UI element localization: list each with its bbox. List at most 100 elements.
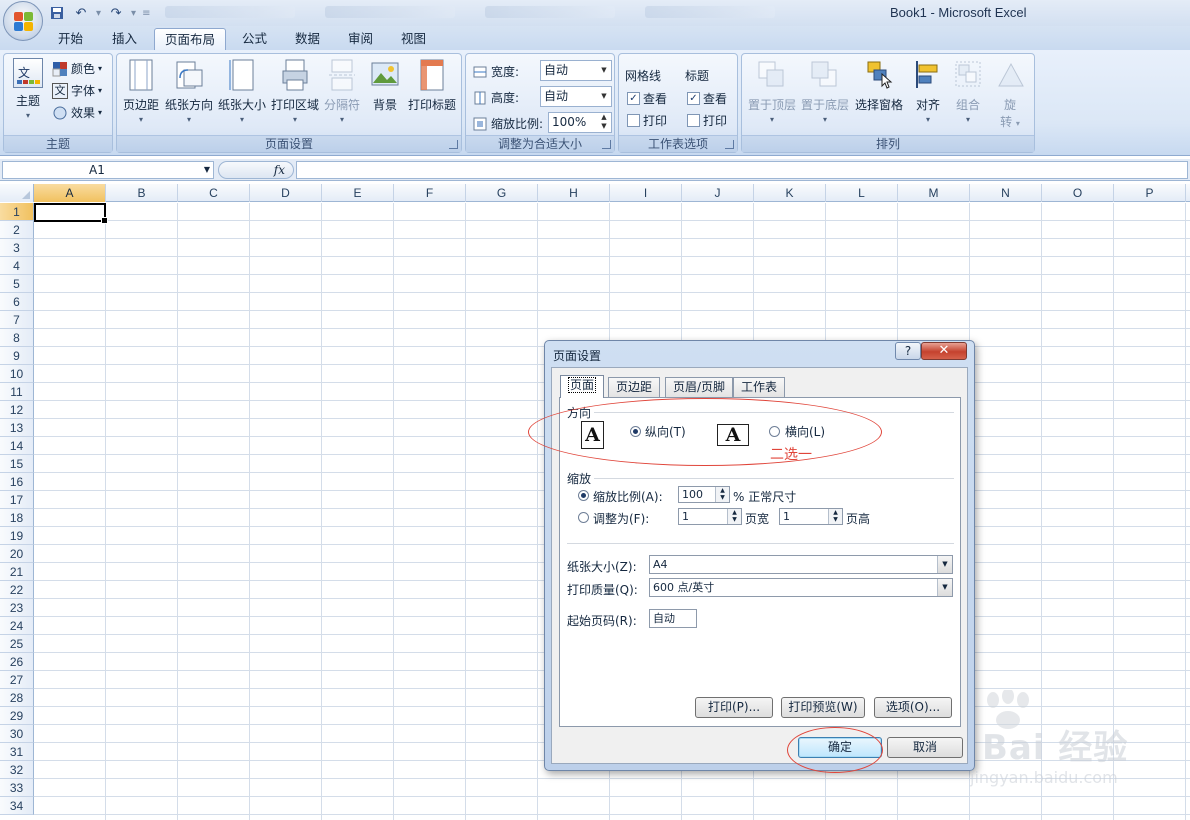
- row-header[interactable]: 25: [0, 635, 34, 653]
- print-button[interactable]: 打印(P)...: [695, 697, 773, 718]
- background-button[interactable]: 背景: [365, 58, 405, 113]
- align-button[interactable]: 对齐 ▾: [908, 58, 948, 124]
- column-header[interactable]: H: [538, 184, 610, 202]
- row-header[interactable]: 2: [0, 221, 34, 239]
- insert-function-button[interactable]: fx: [218, 161, 294, 179]
- row-header[interactable]: 22: [0, 581, 34, 599]
- selection-pane-button[interactable]: 选择窗格: [852, 58, 906, 113]
- width-select[interactable]: 自动 ▼: [540, 60, 612, 81]
- row-header[interactable]: 33: [0, 779, 34, 797]
- office-button[interactable]: [3, 1, 43, 41]
- adjust-to-label[interactable]: 缩放比例(A):: [593, 488, 663, 505]
- row-header[interactable]: 19: [0, 527, 34, 545]
- page-setup-launcher-icon[interactable]: [449, 140, 458, 149]
- column-header[interactable]: C: [178, 184, 250, 202]
- checkbox-unchecked-icon[interactable]: [627, 114, 640, 127]
- checkbox-checked-icon[interactable]: ✓: [627, 92, 640, 105]
- redo-icon[interactable]: ↷: [107, 4, 125, 22]
- gridlines-print-checkbox[interactable]: 打印: [627, 112, 667, 129]
- checkbox-unchecked-icon[interactable]: [687, 114, 700, 127]
- theme-colors-button[interactable]: 颜色 ▾: [52, 60, 102, 77]
- row-header[interactable]: 1: [0, 203, 34, 221]
- fit-to-radio[interactable]: [578, 512, 589, 523]
- close-button[interactable]: ✕: [921, 342, 967, 360]
- chevron-down-icon[interactable]: ▼: [204, 162, 210, 178]
- column-header[interactable]: O: [1042, 184, 1114, 202]
- row-header[interactable]: 10: [0, 365, 34, 383]
- row-header[interactable]: 31: [0, 743, 34, 761]
- column-header[interactable]: A: [34, 184, 106, 202]
- customize-qat-icon[interactable]: ≡: [142, 8, 150, 19]
- row-header[interactable]: 20: [0, 545, 34, 563]
- theme-effects-button[interactable]: 效果 ▾: [52, 104, 102, 121]
- row-header[interactable]: 17: [0, 491, 34, 509]
- themes-button[interactable]: 文 主题 ▾: [8, 58, 48, 120]
- scale-spinner[interactable]: 100% ▲ ▼: [548, 112, 612, 133]
- column-header[interactable]: J: [682, 184, 754, 202]
- row-header[interactable]: 15: [0, 455, 34, 473]
- cancel-button[interactable]: 取消: [887, 737, 963, 758]
- tab-page[interactable]: 页面: [560, 375, 605, 398]
- spin-arrows-icon[interactable]: ▲ ▼: [715, 487, 729, 502]
- print-area-button[interactable]: 打印区域 ▾: [269, 58, 321, 124]
- tab-formulas[interactable]: 公式: [232, 28, 277, 50]
- size-button[interactable]: 纸张大小 ▾: [216, 58, 268, 124]
- tab-insert[interactable]: 插入: [102, 28, 147, 50]
- column-header[interactable]: G: [466, 184, 538, 202]
- row-header[interactable]: 27: [0, 671, 34, 689]
- margins-button[interactable]: 页边距 ▾: [119, 58, 163, 124]
- options-button[interactable]: 选项(O)...: [874, 697, 952, 718]
- adjust-to-radio[interactable]: [578, 490, 589, 501]
- column-header[interactable]: K: [754, 184, 826, 202]
- help-button[interactable]: ?: [895, 342, 921, 360]
- save-icon[interactable]: [48, 4, 66, 22]
- row-header[interactable]: 34: [0, 797, 34, 815]
- fit-to-label[interactable]: 调整为(F):: [593, 510, 649, 527]
- height-select[interactable]: 自动 ▼: [540, 86, 612, 107]
- spin-arrows-icon[interactable]: ▲ ▼: [828, 509, 842, 524]
- print-quality-select[interactable]: 600 点/英寸 ▼: [649, 578, 953, 597]
- checkbox-checked-icon[interactable]: ✓: [687, 92, 700, 105]
- scale-to-fit-launcher-icon[interactable]: [602, 140, 611, 149]
- row-header[interactable]: 8: [0, 329, 34, 347]
- orientation-button[interactable]: 纸张方向 ▾: [163, 58, 215, 124]
- row-header[interactable]: 3: [0, 239, 34, 257]
- spin-arrows-icon[interactable]: ▲ ▼: [597, 113, 611, 132]
- column-header[interactable]: N: [970, 184, 1042, 202]
- theme-fonts-button[interactable]: 文 字体 ▾: [52, 82, 102, 99]
- tab-data[interactable]: 数据: [285, 28, 330, 50]
- tab-review[interactable]: 审阅: [338, 28, 383, 50]
- fit-wide-spinner[interactable]: 1 ▲ ▼: [678, 508, 742, 525]
- paper-size-select[interactable]: A4 ▼: [649, 555, 953, 574]
- column-header[interactable]: P: [1114, 184, 1186, 202]
- fit-tall-spinner[interactable]: 1 ▲ ▼: [779, 508, 843, 525]
- headings-print-checkbox[interactable]: 打印: [687, 112, 727, 129]
- column-header[interactable]: D: [250, 184, 322, 202]
- row-header[interactable]: 28: [0, 689, 34, 707]
- select-all-button[interactable]: [0, 184, 34, 202]
- headings-view-checkbox[interactable]: ✓ 查看: [687, 90, 727, 107]
- column-header[interactable]: E: [322, 184, 394, 202]
- group-button[interactable]: 组合 ▾: [950, 58, 986, 124]
- spin-arrows-icon[interactable]: ▲ ▼: [727, 509, 741, 524]
- column-header[interactable]: L: [826, 184, 898, 202]
- row-header[interactable]: 7: [0, 311, 34, 329]
- breaks-button[interactable]: 分隔符 ▾: [321, 58, 363, 124]
- row-header[interactable]: 18: [0, 509, 34, 527]
- tab-sheet[interactable]: 工作表: [733, 377, 786, 397]
- row-header[interactable]: 14: [0, 437, 34, 455]
- send-to-back-button[interactable]: 置于底层 ▾: [799, 58, 851, 124]
- sheet-options-launcher-icon[interactable]: [725, 140, 734, 149]
- row-header[interactable]: 6: [0, 293, 34, 311]
- print-preview-button[interactable]: 打印预览(W): [781, 697, 865, 718]
- column-header[interactable]: B: [106, 184, 178, 202]
- tab-view[interactable]: 视图: [391, 28, 436, 50]
- rotate-button[interactable]: 旋 转 ▾: [992, 58, 1028, 130]
- print-titles-button[interactable]: 打印标题: [405, 58, 459, 113]
- formula-input[interactable]: [296, 161, 1188, 179]
- row-header[interactable]: 30: [0, 725, 34, 743]
- active-cell-a1[interactable]: [34, 203, 108, 224]
- tab-home[interactable]: 开始: [48, 28, 93, 50]
- row-header[interactable]: 21: [0, 563, 34, 581]
- redo-dropdown-icon[interactable]: ▾: [131, 8, 136, 19]
